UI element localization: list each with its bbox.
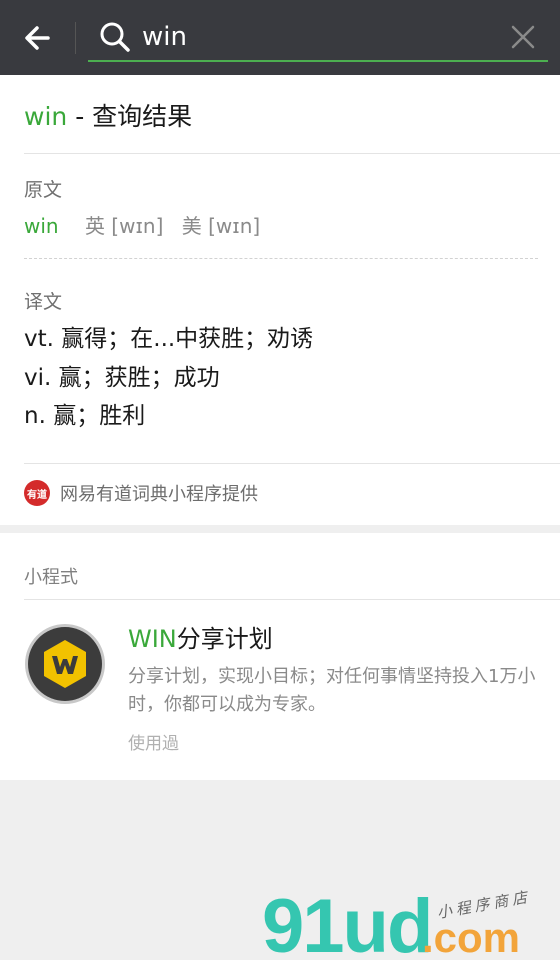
result-title-suffix: - 查询结果 xyxy=(67,102,193,131)
provider-row: 有道 网易有道词典小程序提供 xyxy=(24,478,258,508)
search-icon xyxy=(98,20,132,54)
provider-text: 网易有道词典小程序提供 xyxy=(60,484,258,505)
phonetic-uk: 英 [wɪn] xyxy=(84,214,164,238)
search-input-underline xyxy=(88,60,548,62)
mini-program-status: 使用過 xyxy=(128,734,179,754)
mini-program-name[interactable]: WIN分享计划 xyxy=(128,623,273,655)
watermark-main: 91ud xyxy=(262,888,431,958)
top-search-bar: win xyxy=(0,0,560,75)
divider xyxy=(24,599,560,600)
win-app-icon[interactable] xyxy=(24,623,106,705)
definition-line: vt. 赢得；在...中获胜；劝诱 xyxy=(24,326,314,352)
result-title: win - 查询结果 xyxy=(24,101,192,133)
watermark-suffix: .com xyxy=(422,914,520,958)
site-watermark: 91ud .com 小程序商店 xyxy=(262,884,552,960)
definition-line: n. 赢；胜利 xyxy=(24,403,146,429)
back-arrow-icon[interactable] xyxy=(18,18,58,58)
dashed-divider xyxy=(24,258,538,259)
original-label: 原文 xyxy=(24,179,63,201)
definition-line: vi. 赢；获胜；成功 xyxy=(24,365,220,391)
mini-program-section-label: 小程式 xyxy=(24,567,78,588)
mini-program-section: 小程式 WIN分享计划 分享计划，实现小目标；对任何事情坚持投入1万小时，你都可… xyxy=(0,533,560,780)
word-row: win 英 [wɪn] 美 [wɪn] xyxy=(24,212,260,240)
result-keyword: win xyxy=(24,102,68,131)
divider xyxy=(24,463,560,464)
mini-program-name-highlight: WIN xyxy=(128,625,177,653)
youdao-logo-icon: 有道 xyxy=(24,480,50,506)
topbar-divider xyxy=(75,22,76,54)
mini-program-description: 分享计划，实现小目标；对任何事情坚持投入1万小时，你都可以成为专家。 xyxy=(128,666,536,715)
mini-program-name-rest: 分享计划 xyxy=(176,625,273,653)
phonetic-us: 美 [wɪn] xyxy=(181,214,261,238)
word: win xyxy=(24,214,59,238)
divider xyxy=(24,153,560,154)
translation-label: 译文 xyxy=(24,291,63,313)
dictionary-result-card[interactable]: win - 查询结果 原文 win 英 [wɪn] 美 [wɪn] 译文 vt.… xyxy=(0,75,560,525)
clear-icon[interactable] xyxy=(508,22,538,52)
search-input[interactable]: win xyxy=(142,20,187,54)
